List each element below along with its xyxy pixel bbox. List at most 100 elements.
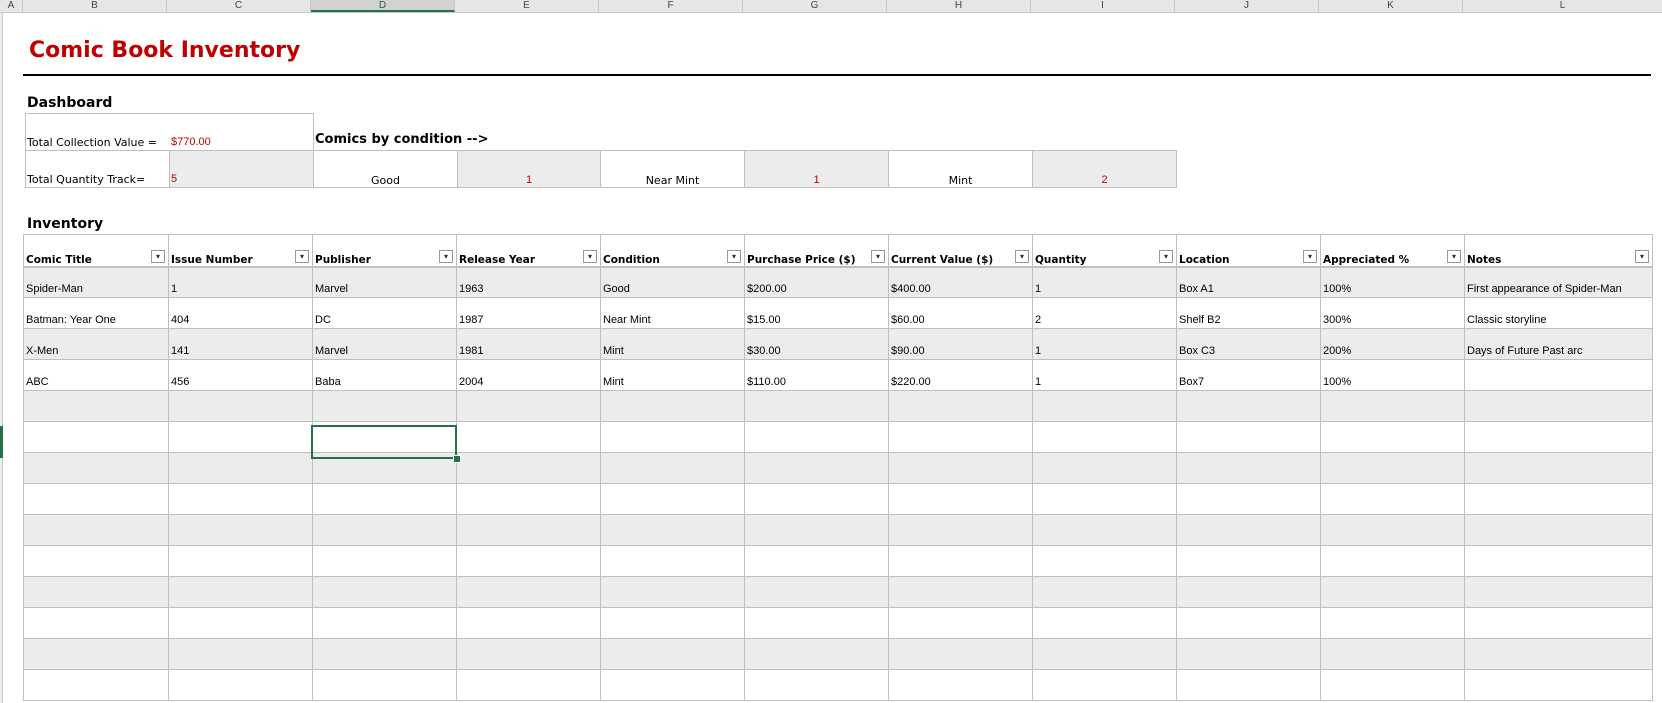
chevron-down-icon[interactable]: ▾ bbox=[1635, 250, 1649, 263]
table-cell[interactable]: Near Mint bbox=[600, 297, 745, 329]
table-cell[interactable] bbox=[744, 638, 889, 670]
table-cell[interactable] bbox=[23, 669, 169, 701]
table-cell[interactable]: $30.00 bbox=[744, 328, 889, 360]
table-cell[interactable] bbox=[600, 669, 745, 701]
table-cell[interactable] bbox=[1464, 545, 1653, 577]
column-header-k[interactable]: K bbox=[1319, 0, 1463, 12]
table-cell[interactable] bbox=[312, 669, 457, 701]
column-header-c[interactable]: C bbox=[167, 0, 311, 12]
table-cell[interactable]: Spider-Man bbox=[23, 266, 169, 298]
table-cell[interactable] bbox=[312, 545, 457, 577]
table-cell[interactable] bbox=[1320, 669, 1465, 701]
table-cell[interactable] bbox=[888, 390, 1033, 422]
chevron-down-icon[interactable]: ▾ bbox=[295, 250, 309, 263]
fill-handle[interactable] bbox=[453, 455, 461, 463]
condition-good-label-cell[interactable]: Good bbox=[313, 150, 458, 188]
table-cell[interactable]: $60.00 bbox=[888, 297, 1033, 329]
table-cell[interactable] bbox=[1032, 607, 1177, 639]
table-cell[interactable]: Box7 bbox=[1176, 359, 1321, 391]
table-cell[interactable] bbox=[168, 421, 313, 453]
table-cell[interactable] bbox=[23, 638, 169, 670]
table-cell[interactable] bbox=[1176, 421, 1321, 453]
table-cell[interactable] bbox=[888, 452, 1033, 484]
table-cell[interactable]: $110.00 bbox=[744, 359, 889, 391]
table-cell[interactable] bbox=[456, 452, 601, 484]
table-cell[interactable]: Classic storyline bbox=[1464, 297, 1653, 329]
table-cell[interactable]: 100% bbox=[1320, 266, 1465, 298]
table-cell[interactable]: 1 bbox=[1032, 359, 1177, 391]
column-header-g[interactable]: G bbox=[743, 0, 887, 12]
column-header-a[interactable]: A bbox=[0, 0, 23, 12]
table-cell[interactable]: Mint bbox=[600, 328, 745, 360]
active-cell-selection[interactable] bbox=[311, 425, 457, 459]
table-cell[interactable] bbox=[1320, 514, 1465, 546]
table-cell[interactable] bbox=[168, 576, 313, 608]
chevron-down-icon[interactable]: ▾ bbox=[1447, 250, 1461, 263]
condition-nearmint-count-cell[interactable]: 1 bbox=[744, 150, 889, 188]
table-cell[interactable] bbox=[168, 607, 313, 639]
chevron-down-icon[interactable]: ▾ bbox=[439, 250, 453, 263]
table-cell[interactable] bbox=[1320, 452, 1465, 484]
table-cell[interactable]: 1963 bbox=[456, 266, 601, 298]
table-cell[interactable] bbox=[1032, 421, 1177, 453]
table-cell[interactable] bbox=[456, 638, 601, 670]
table-cell[interactable] bbox=[23, 514, 169, 546]
table-cell[interactable] bbox=[1176, 669, 1321, 701]
table-cell[interactable]: $90.00 bbox=[888, 328, 1033, 360]
table-cell[interactable] bbox=[312, 483, 457, 515]
table-cell[interactable] bbox=[1032, 483, 1177, 515]
table-cell[interactable] bbox=[168, 390, 313, 422]
table-cell[interactable] bbox=[23, 545, 169, 577]
table-cell[interactable] bbox=[1032, 576, 1177, 608]
table-cell[interactable] bbox=[1464, 669, 1653, 701]
table-cell[interactable] bbox=[888, 607, 1033, 639]
table-cell[interactable] bbox=[456, 545, 601, 577]
table-cell[interactable]: 2 bbox=[1032, 297, 1177, 329]
table-cell[interactable] bbox=[312, 514, 457, 546]
table-cell[interactable] bbox=[1176, 607, 1321, 639]
table-cell[interactable]: 1987 bbox=[456, 297, 601, 329]
table-cell[interactable] bbox=[1176, 514, 1321, 546]
table-cell[interactable] bbox=[23, 483, 169, 515]
table-cell[interactable] bbox=[1464, 390, 1653, 422]
table-cell[interactable] bbox=[1032, 452, 1177, 484]
table-cell[interactable] bbox=[168, 638, 313, 670]
chevron-down-icon[interactable]: ▾ bbox=[1015, 250, 1029, 263]
table-cell[interactable] bbox=[312, 607, 457, 639]
table-cell[interactable] bbox=[600, 514, 745, 546]
table-cell[interactable] bbox=[1032, 545, 1177, 577]
column-header-i[interactable]: I bbox=[1031, 0, 1175, 12]
total-value[interactable]: $770.00 bbox=[171, 136, 211, 148]
table-cell[interactable] bbox=[1464, 359, 1653, 391]
table-cell[interactable] bbox=[744, 669, 889, 701]
table-cell[interactable] bbox=[1032, 390, 1177, 422]
table-cell[interactable] bbox=[600, 576, 745, 608]
table-cell[interactable]: 456 bbox=[168, 359, 313, 391]
table-cell[interactable] bbox=[600, 421, 745, 453]
table-cell[interactable] bbox=[888, 638, 1033, 670]
table-cell[interactable]: 1981 bbox=[456, 328, 601, 360]
chevron-down-icon[interactable]: ▾ bbox=[1303, 250, 1317, 263]
table-cell[interactable] bbox=[1176, 545, 1321, 577]
table-cell[interactable]: DC bbox=[312, 297, 457, 329]
table-cell[interactable] bbox=[888, 514, 1033, 546]
table-cell[interactable] bbox=[600, 483, 745, 515]
table-cell[interactable]: 200% bbox=[1320, 328, 1465, 360]
table-cell[interactable] bbox=[456, 514, 601, 546]
table-cell[interactable] bbox=[23, 421, 169, 453]
table-cell[interactable]: 404 bbox=[168, 297, 313, 329]
table-cell[interactable]: Box A1 bbox=[1176, 266, 1321, 298]
table-cell[interactable] bbox=[744, 576, 889, 608]
table-cell[interactable] bbox=[744, 514, 889, 546]
table-cell[interactable] bbox=[1320, 576, 1465, 608]
table-cell[interactable]: $400.00 bbox=[888, 266, 1033, 298]
table-cell[interactable] bbox=[1176, 483, 1321, 515]
table-cell[interactable] bbox=[168, 545, 313, 577]
table-cell[interactable]: Marvel bbox=[312, 328, 457, 360]
table-cell[interactable] bbox=[600, 452, 745, 484]
table-cell[interactable] bbox=[1464, 483, 1653, 515]
chevron-down-icon[interactable]: ▾ bbox=[151, 250, 165, 263]
table-cell[interactable]: $200.00 bbox=[744, 266, 889, 298]
table-cell[interactable] bbox=[23, 452, 169, 484]
table-cell[interactable] bbox=[888, 576, 1033, 608]
